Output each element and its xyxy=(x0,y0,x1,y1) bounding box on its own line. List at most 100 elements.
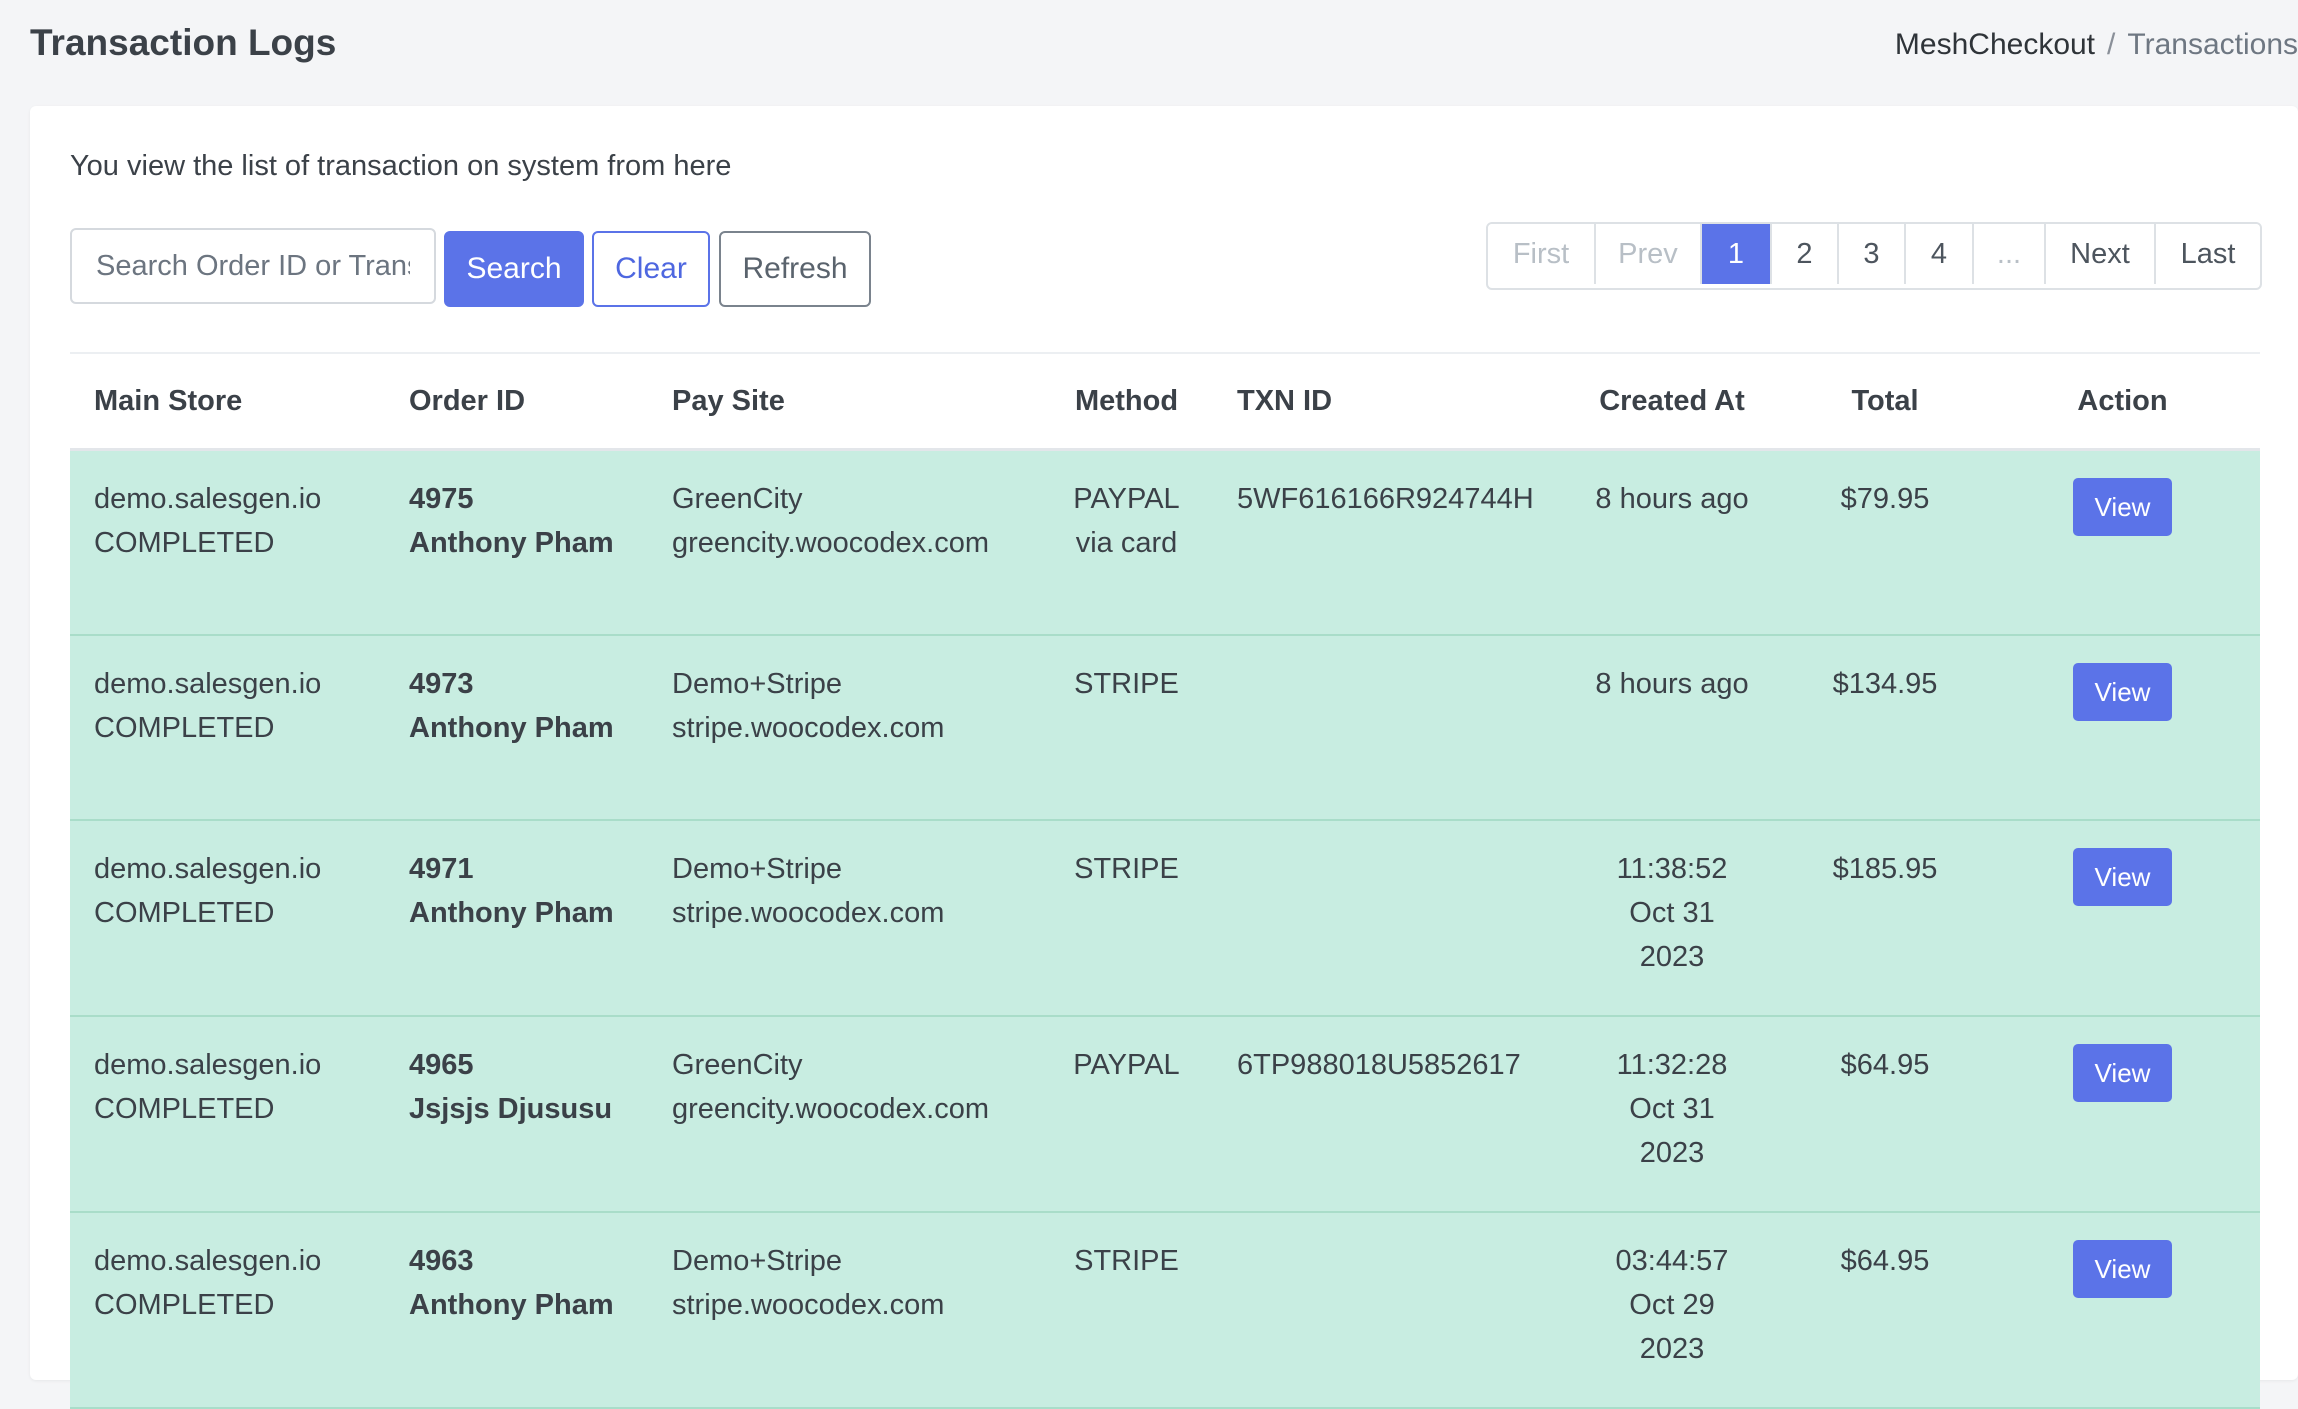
pagination-next[interactable]: Next xyxy=(2046,224,2156,284)
cell-total: $64.95 xyxy=(1785,1211,1985,1409)
column-header-method[interactable]: Method xyxy=(1040,354,1213,451)
pay-site-domain: stripe.woocodex.com xyxy=(672,896,945,929)
cell-order-id: 4971 Anthony Pham xyxy=(385,819,648,1017)
cell-created-at: 8 hours ago xyxy=(1559,634,1785,821)
breadcrumb-home-link[interactable]: MeshCheckout xyxy=(1895,28,2095,61)
cell-created-at: 8 hours ago xyxy=(1559,449,1785,636)
customer-name: Anthony Pham xyxy=(409,1288,614,1321)
pay-site-name: GreenCity xyxy=(672,1048,803,1081)
store-domain: demo.salesgen.io xyxy=(94,667,322,700)
store-domain: demo.salesgen.io xyxy=(94,1048,322,1081)
breadcrumb-separator: / xyxy=(2107,28,2116,61)
cell-txn-id xyxy=(1213,819,1559,1017)
column-header-created-at[interactable]: Created At xyxy=(1559,354,1785,451)
pay-site-domain: stripe.woocodex.com xyxy=(672,1288,945,1321)
created-at-time: 03:44:57 xyxy=(1615,1244,1729,1277)
pagination-page-1[interactable]: 1 xyxy=(1702,224,1772,284)
cell-main-store: demo.salesgen.io COMPLETED xyxy=(70,634,385,821)
view-button[interactable]: View xyxy=(2072,662,2173,721)
cell-txn-id: 5WF616166R924744H xyxy=(1213,449,1559,636)
store-domain: demo.salesgen.io xyxy=(94,852,322,885)
transactions-table: Main Store Order ID Pay Site Method TXN … xyxy=(70,352,2260,1409)
order-status: COMPLETED xyxy=(94,711,275,744)
order-id: 4965 xyxy=(409,1048,474,1081)
view-button[interactable]: View xyxy=(2072,1239,2173,1298)
pay-site-domain: greencity.woocodex.com xyxy=(672,527,990,559)
cell-method: STRIPE xyxy=(1040,1211,1213,1409)
column-header-action: Action xyxy=(1985,354,2260,451)
cell-pay-site: Demo+Stripe stripe.woocodex.com xyxy=(648,634,1040,821)
customer-name: Anthony Pham xyxy=(409,896,614,929)
view-button[interactable]: View xyxy=(2072,847,2173,906)
table-row: demo.salesgen.io COMPLETED 4973 Anthony Ph… xyxy=(70,634,2260,821)
transactions-card: You view the list of transaction on syst… xyxy=(30,106,2298,1409)
cell-total: $134.95 xyxy=(1785,634,1985,821)
page-title: Transaction Logs xyxy=(30,22,337,63)
cell-action: View xyxy=(1985,819,2260,1017)
created-at-year: 2023 xyxy=(1639,1332,1705,1365)
cell-total: $79.95 xyxy=(1785,449,1985,636)
customer-name: Jsjsjs Djususu xyxy=(409,1092,613,1125)
refresh-button[interactable]: Refresh xyxy=(719,231,871,307)
breadcrumb-current: Transactions xyxy=(2127,28,2298,61)
order-status: COMPLETED xyxy=(94,896,275,929)
pagination-page-4[interactable]: 4 xyxy=(1906,224,1974,284)
order-status: COMPLETED xyxy=(94,527,275,559)
column-header-txn-id[interactable]: TXN ID xyxy=(1213,354,1559,451)
column-header-main-store[interactable]: Main Store xyxy=(70,354,385,451)
search-button[interactable]: Search xyxy=(444,231,584,307)
pagination-page-3[interactable]: 3 xyxy=(1839,224,1906,284)
cell-pay-site: Demo+Stripe stripe.woocodex.com xyxy=(648,1211,1040,1409)
cell-total: $185.95 xyxy=(1785,819,1985,1017)
cell-action: View xyxy=(1985,634,2260,821)
cell-main-store: demo.salesgen.io COMPLETED xyxy=(70,449,385,636)
pagination-page-2[interactable]: 2 xyxy=(1772,224,1839,284)
cell-pay-site: GreenCity greencity.woocodex.com xyxy=(648,449,1040,636)
card-subtitle: You view the list of transaction on syst… xyxy=(70,150,732,182)
cell-txn-id xyxy=(1213,634,1559,821)
pay-site-name: GreenCity xyxy=(672,483,803,515)
pay-site-name: Demo+Stripe xyxy=(672,667,843,700)
column-header-pay-site[interactable]: Pay Site xyxy=(648,354,1040,451)
order-id: 4963 xyxy=(409,1244,474,1277)
pagination-prev[interactable]: Prev xyxy=(1596,224,1702,284)
created-at-year: 2023 xyxy=(1639,940,1705,973)
cell-created-at: 11:38:52 Oct 31 2023 xyxy=(1559,819,1785,1017)
store-domain: demo.salesgen.io xyxy=(94,1244,322,1277)
cell-method: STRIPE xyxy=(1040,634,1213,821)
clear-button[interactable]: Clear xyxy=(592,231,710,307)
customer-name: Anthony Pham xyxy=(409,527,614,559)
column-header-order-id[interactable]: Order ID xyxy=(385,354,648,451)
cell-created-at: 11:32:28 Oct 31 2023 xyxy=(1559,1015,1785,1213)
view-button[interactable]: View xyxy=(2072,1043,2173,1102)
breadcrumb: MeshCheckout / Transactions xyxy=(1895,28,2298,62)
cell-method: STRIPE xyxy=(1040,819,1213,1017)
customer-name: Anthony Pham xyxy=(409,711,614,744)
table-row: demo.salesgen.io COMPLETED 4971 Anthony Ph… xyxy=(70,819,2260,1017)
pay-site-domain: greencity.woocodex.com xyxy=(672,1092,990,1125)
table-row: demo.salesgen.io COMPLETED 4965 Jsjsjs Dju… xyxy=(70,1015,2260,1213)
cell-order-id: 4965 Jsjsjs Djususu xyxy=(385,1015,648,1213)
pay-site-name: Demo+Stripe xyxy=(672,1244,843,1277)
search-input[interactable] xyxy=(70,228,436,304)
created-at-date: Oct 31 xyxy=(1629,896,1715,929)
view-button[interactable]: View xyxy=(2072,478,2173,536)
top-bar: Transaction Logs MeshCheckout / Transactio… xyxy=(0,0,2298,105)
pay-site-domain: stripe.woocodex.com xyxy=(672,711,945,744)
pagination-last[interactable]: Last xyxy=(2156,224,2260,284)
cell-main-store: demo.salesgen.io COMPLETED xyxy=(70,1211,385,1409)
pagination-ellipsis: ... xyxy=(1974,224,2046,284)
cell-pay-site: GreenCity greencity.woocodex.com xyxy=(648,1015,1040,1213)
cell-main-store: demo.salesgen.io COMPLETED xyxy=(70,819,385,1017)
table-row: demo.salesgen.io COMPLETED 4963 Anthony Ph… xyxy=(70,1211,2260,1409)
cell-action: View xyxy=(1985,1211,2260,1409)
created-at-date: Oct 29 xyxy=(1629,1288,1715,1321)
order-id: 4975 xyxy=(409,483,474,515)
cell-order-id: 4975 Anthony Pham xyxy=(385,449,648,636)
table-header-row: Main Store Order ID Pay Site Method TXN … xyxy=(70,354,2260,451)
pagination-first[interactable]: First xyxy=(1488,224,1596,284)
cell-method: PAYPAL via card xyxy=(1040,449,1213,636)
column-header-total[interactable]: Total xyxy=(1785,354,1985,451)
cell-main-store: demo.salesgen.io COMPLETED xyxy=(70,1015,385,1213)
cell-txn-id: 6TP988018U5852617 xyxy=(1213,1015,1559,1213)
